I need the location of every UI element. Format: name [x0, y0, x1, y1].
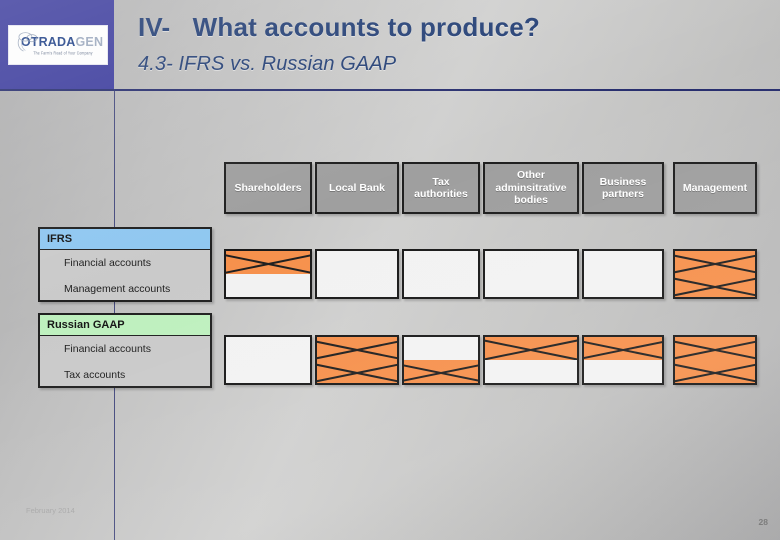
cell-ifrs-management: [673, 249, 757, 299]
page-number: 28: [758, 517, 768, 527]
row-group-russian-gaap: Russian GAAP Financial accounts Tax acco…: [38, 313, 212, 388]
slide-canvas: OTRADAGEN The Farm's Road of Your Compan…: [0, 0, 780, 540]
cell-rgaap-shareholders: [224, 335, 312, 385]
cell-half-bottom: [584, 360, 662, 383]
row-label-ifrs-financial-accounts: Financial accounts: [64, 257, 151, 269]
cell-half-top: [675, 251, 755, 274]
cell-ifrs-local-bank: [315, 249, 399, 299]
row-label-rgaap-tax-accounts: Tax accounts: [64, 369, 126, 381]
column-header-tax-authorities: Tax authorities: [402, 162, 480, 214]
cell-half-top: [226, 337, 310, 360]
row-group-ifrs-title: IFRS: [40, 229, 210, 250]
footer-date: February 2014: [26, 506, 75, 515]
row-label-rgaap-financial-accounts: Financial accounts: [64, 343, 151, 355]
cell-half-bottom: [485, 360, 577, 383]
cell-half-bottom: [675, 274, 755, 297]
cell-rgaap-other-administrative-bodies: [483, 335, 579, 385]
cell-half-top: [404, 251, 478, 274]
column-header-other-administrative-bodies: Other adminsitrative bodies: [483, 162, 579, 214]
cell-rgaap-tax-authorities: [402, 335, 480, 385]
cell-half-top: [584, 337, 662, 360]
cell-half-top: [485, 337, 577, 360]
column-header-business-partners: Business partners: [582, 162, 664, 214]
cell-half-top: [675, 337, 755, 360]
cell-ifrs-other-administrative-bodies: [483, 249, 579, 299]
cell-half-bottom: [485, 274, 577, 297]
column-header-shareholders: Shareholders: [224, 162, 312, 214]
cell-half-bottom: [226, 360, 310, 383]
cell-rgaap-local-bank: [315, 335, 399, 385]
cell-half-bottom: [584, 274, 662, 297]
cell-half-bottom: [317, 274, 397, 297]
cell-ifrs-tax-authorities: [402, 249, 480, 299]
row-group-russian-gaap-title: Russian GAAP: [40, 315, 210, 336]
cell-half-top: [584, 251, 662, 274]
cell-half-top: [404, 337, 478, 360]
cell-half-bottom: [404, 360, 478, 383]
cell-half-top: [226, 251, 310, 274]
cell-ifrs-shareholders: [224, 249, 312, 299]
cell-rgaap-management: [673, 335, 757, 385]
cell-half-top: [317, 251, 397, 274]
cell-ifrs-business-partners: [582, 249, 664, 299]
ifrs-rgaap-matrix: Shareholders Local Bank Tax authorities …: [0, 0, 780, 540]
cell-half-top: [485, 251, 577, 274]
cell-half-top: [317, 337, 397, 360]
column-header-local-bank: Local Bank: [315, 162, 399, 214]
row-label-ifrs-management-accounts: Management accounts: [64, 283, 171, 295]
row-group-ifrs: IFRS Financial accounts Management accou…: [38, 227, 212, 302]
cell-half-bottom: [226, 274, 310, 297]
column-header-management: Management: [673, 162, 757, 214]
cell-rgaap-business-partners: [582, 335, 664, 385]
cell-half-bottom: [675, 360, 755, 383]
cell-half-bottom: [317, 360, 397, 383]
cell-half-bottom: [404, 274, 478, 297]
